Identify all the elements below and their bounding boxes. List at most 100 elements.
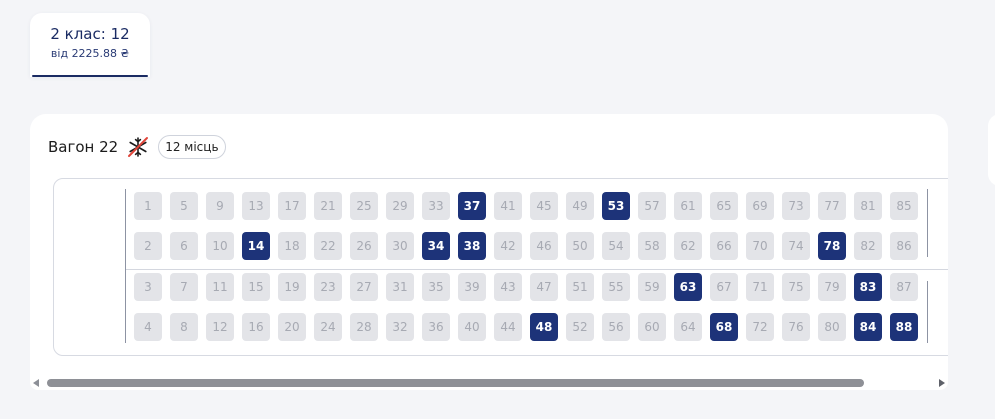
seat-available-38[interactable]: 38 (458, 232, 486, 260)
seat-taken-18: 18 (278, 232, 306, 260)
class-tab-price: від 2225.88 ₴ (50, 47, 130, 60)
seat-available-34[interactable]: 34 (422, 232, 450, 260)
seat-taken-12: 12 (206, 313, 234, 341)
seat-taken-41: 41 (494, 192, 522, 220)
seat-taken-25: 25 (350, 192, 378, 220)
seat-taken-67: 67 (710, 273, 738, 301)
active-tab-indicator (32, 75, 148, 77)
wagon-aisle-divider (126, 269, 948, 270)
seat-count-badge: 12 місць (158, 135, 226, 159)
scrollbar-thumb[interactable] (47, 379, 864, 387)
seat-taken-65: 65 (710, 192, 738, 220)
seat-taken-20: 20 (278, 313, 306, 341)
seat-available-84[interactable]: 84 (854, 313, 882, 341)
seat-available-48[interactable]: 48 (530, 313, 558, 341)
seat-taken-16: 16 (242, 313, 270, 341)
class-tab-title: 2 клас: 12 (50, 25, 130, 43)
seat-taken-42: 42 (494, 232, 522, 260)
seat-taken-73: 73 (782, 192, 810, 220)
seat-taken-81: 81 (854, 192, 882, 220)
seat-taken-64: 64 (674, 313, 702, 341)
seat-taken-47: 47 (530, 273, 558, 301)
seat-taken-2: 2 (134, 232, 162, 260)
seat-taken-61: 61 (674, 192, 702, 220)
seat-taken-13: 13 (242, 192, 270, 220)
seat-taken-66: 66 (710, 232, 738, 260)
seat-available-68[interactable]: 68 (710, 313, 738, 341)
seat-taken-26: 26 (350, 232, 378, 260)
seat-taken-45: 45 (530, 192, 558, 220)
seat-taken-8: 8 (170, 313, 198, 341)
wagon-card: Вагон 22 12 місць 1 5 9 13 17 21 25 29 33 37 41 45 4… (30, 114, 948, 390)
seat-taken-85: 85 (890, 192, 918, 220)
seat-available-37[interactable]: 37 (458, 192, 486, 220)
seat-taken-4: 4 (134, 313, 162, 341)
seat-taken-5: 5 (170, 192, 198, 220)
seat-taken-56: 56 (602, 313, 630, 341)
seat-taken-36: 36 (422, 313, 450, 341)
wagon-wall (125, 189, 126, 343)
wagon-wall (927, 281, 928, 343)
seat-taken-33: 33 (422, 192, 450, 220)
seat-taken-49: 49 (566, 192, 594, 220)
seat-taken-22: 22 (314, 232, 342, 260)
seat-taken-17: 17 (278, 192, 306, 220)
seat-available-88[interactable]: 88 (890, 313, 918, 341)
seat-taken-28: 28 (350, 313, 378, 341)
seat-taken-32: 32 (386, 313, 414, 341)
seat-taken-87: 87 (890, 273, 918, 301)
seat-taken-80: 80 (818, 313, 846, 341)
seat-taken-9: 9 (206, 192, 234, 220)
seat-taken-21: 21 (314, 192, 342, 220)
seat-taken-7: 7 (170, 273, 198, 301)
seat-taken-58: 58 (638, 232, 666, 260)
horizontal-scrollbar[interactable] (30, 374, 948, 392)
seat-taken-6: 6 (170, 232, 198, 260)
next-wagon-card (988, 114, 995, 186)
seat-taken-54: 54 (602, 232, 630, 260)
seat-taken-86: 86 (890, 232, 918, 260)
seat-taken-43: 43 (494, 273, 522, 301)
seat-taken-60: 60 (638, 313, 666, 341)
seat-taken-52: 52 (566, 313, 594, 341)
seat-taken-23: 23 (314, 273, 342, 301)
seat-taken-3: 3 (134, 273, 162, 301)
no-air-conditioning-icon (127, 136, 149, 158)
seat-available-53[interactable]: 53 (602, 192, 630, 220)
seat-taken-31: 31 (386, 273, 414, 301)
seat-available-63[interactable]: 63 (674, 273, 702, 301)
seat-available-83[interactable]: 83 (854, 273, 882, 301)
seat-taken-76: 76 (782, 313, 810, 341)
seat-taken-29: 29 (386, 192, 414, 220)
seat-taken-19: 19 (278, 273, 306, 301)
seat-taken-74: 74 (782, 232, 810, 260)
seat-taken-50: 50 (566, 232, 594, 260)
seat-taken-72: 72 (746, 313, 774, 341)
seat-taken-59: 59 (638, 273, 666, 301)
seat-taken-57: 57 (638, 192, 666, 220)
seat-taken-11: 11 (206, 273, 234, 301)
seat-available-78[interactable]: 78 (818, 232, 846, 260)
seat-taken-69: 69 (746, 192, 774, 220)
seat-taken-10: 10 (206, 232, 234, 260)
seat-taken-82: 82 (854, 232, 882, 260)
seat-taken-24: 24 (314, 313, 342, 341)
scroll-left-arrow-icon[interactable] (33, 379, 39, 387)
wagon-wall (927, 189, 928, 257)
seat-taken-77: 77 (818, 192, 846, 220)
seat-taken-55: 55 (602, 273, 630, 301)
seat-taken-44: 44 (494, 313, 522, 341)
seat-taken-27: 27 (350, 273, 378, 301)
seat-taken-35: 35 (422, 273, 450, 301)
seat-taken-51: 51 (566, 273, 594, 301)
wagon-title: Вагон 22 (48, 138, 119, 156)
wagon-header: Вагон 22 12 місць (48, 134, 226, 160)
seat-available-14[interactable]: 14 (242, 232, 270, 260)
scroll-right-arrow-icon[interactable] (939, 379, 945, 387)
class-tab-2[interactable]: 2 клас: 12 від 2225.88 ₴ (30, 13, 150, 77)
seat-taken-15: 15 (242, 273, 270, 301)
seat-taken-62: 62 (674, 232, 702, 260)
seat-taken-79: 79 (818, 273, 846, 301)
seat-taken-30: 30 (386, 232, 414, 260)
seat-taken-71: 71 (746, 273, 774, 301)
